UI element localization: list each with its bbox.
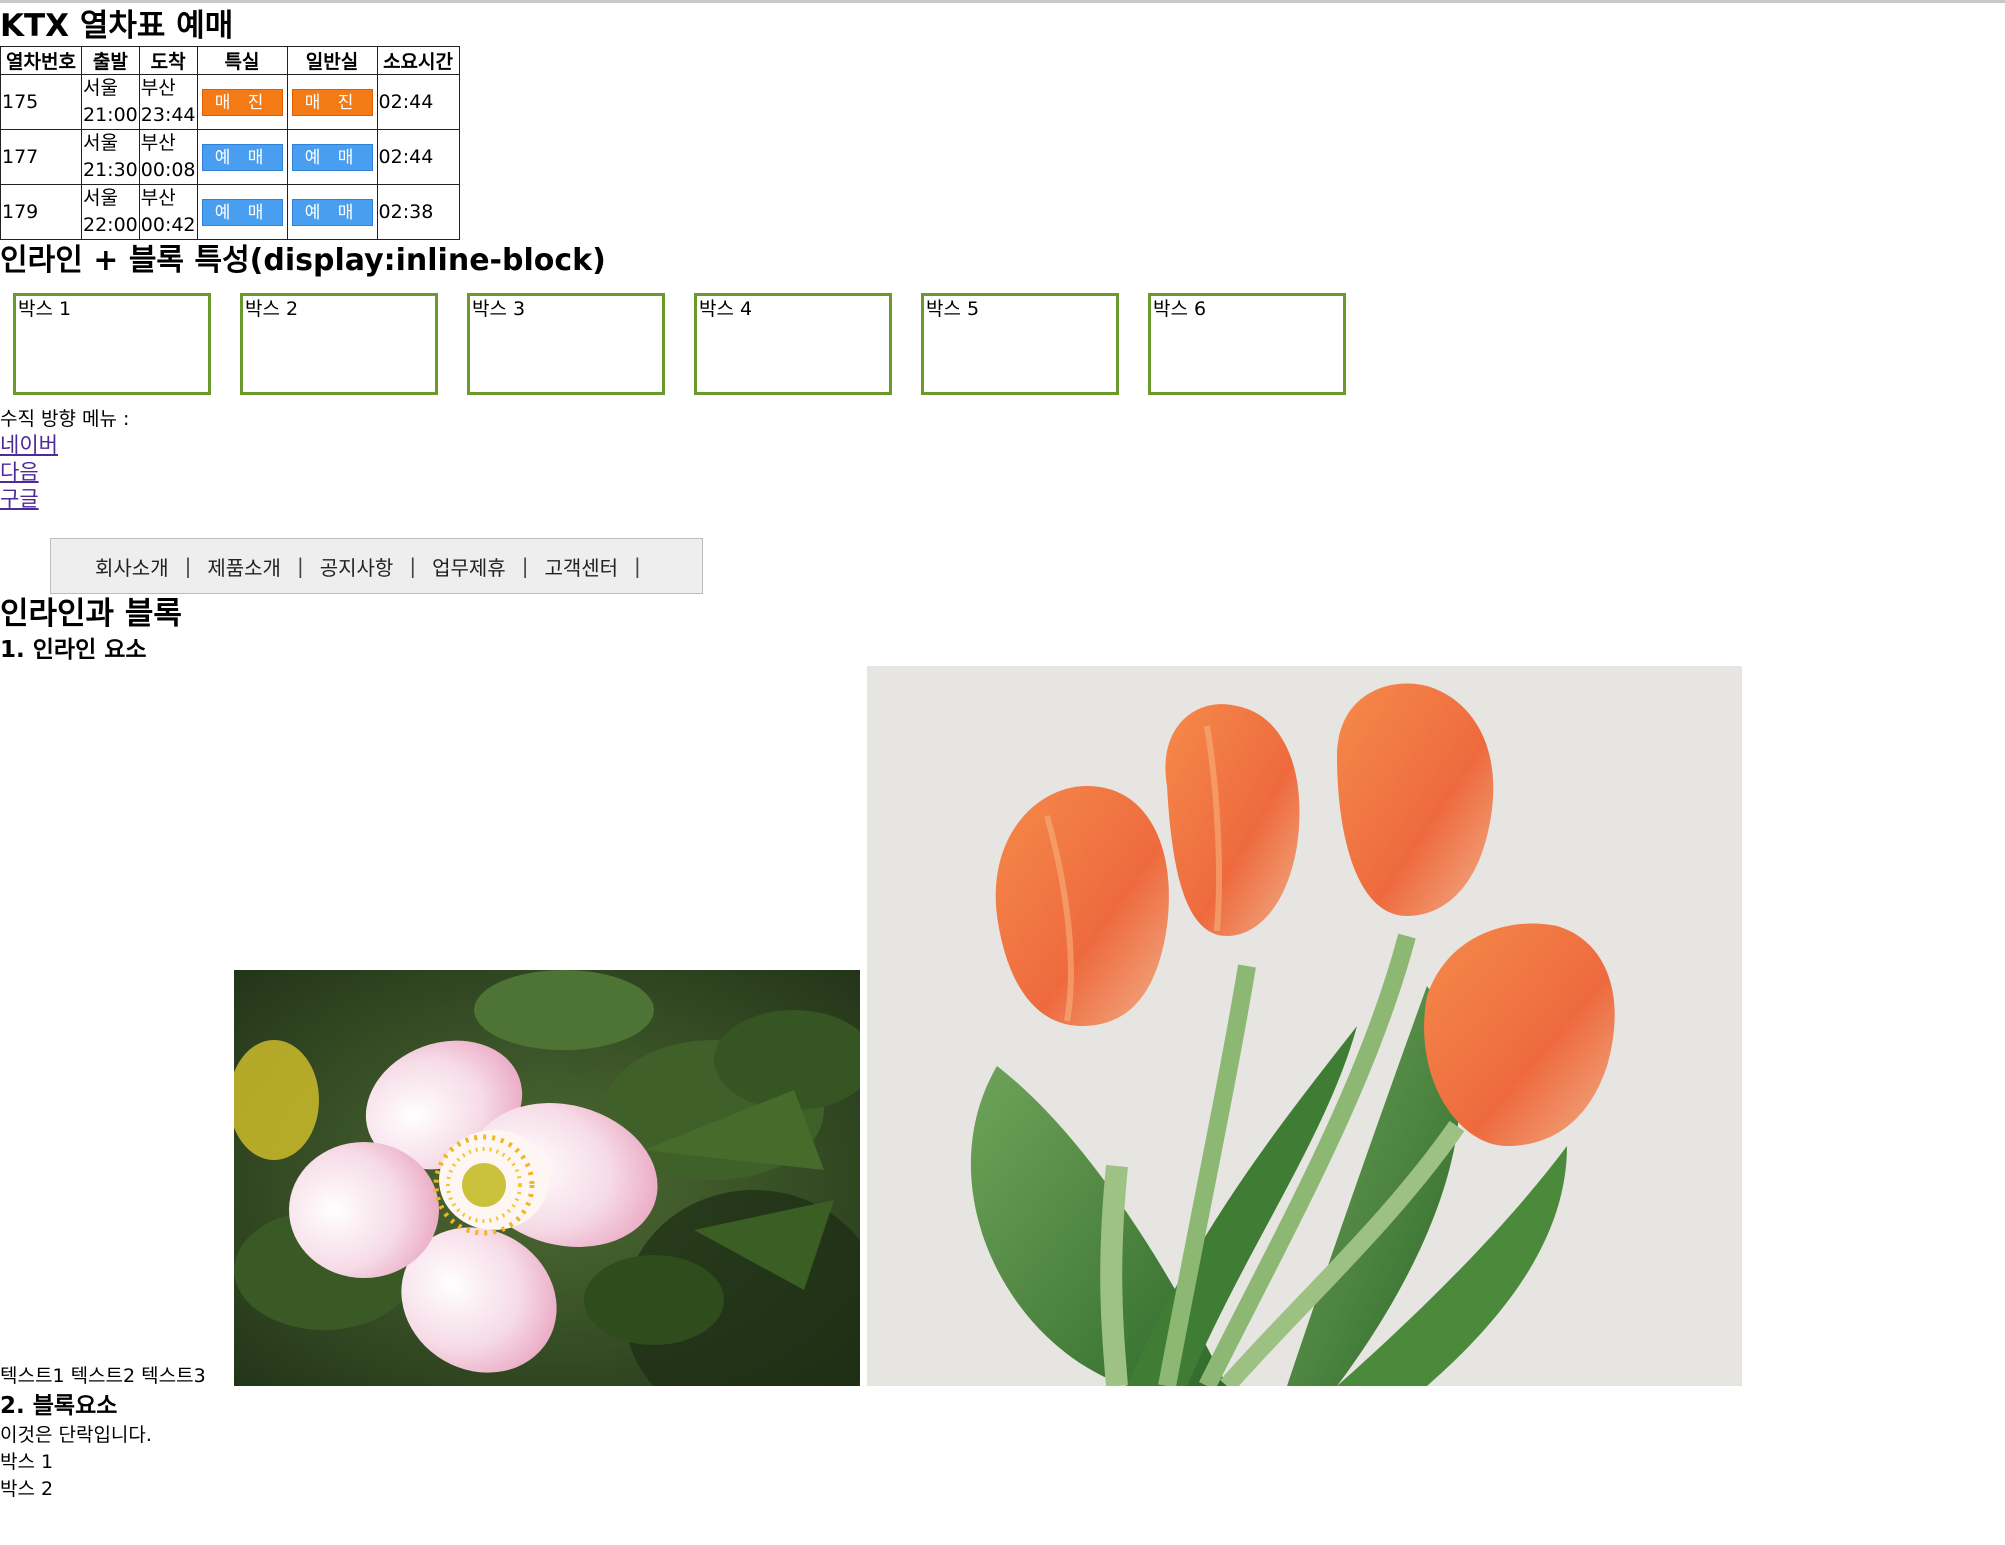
special-cell: 예 매	[196, 184, 288, 240]
box-2: 박스 2	[240, 293, 438, 395]
inline-text: 텍스트2	[70, 1365, 136, 1387]
link-daum[interactable]: 다음	[0, 459, 58, 486]
menu-separator: |	[184, 554, 192, 578]
book-button[interactable]: 예 매	[201, 198, 283, 226]
col-train-number: 열차번호	[0, 46, 82, 75]
box-6: 박스 6	[1148, 293, 1346, 395]
inline-block-heading: 인라인 + 블록 특성(display:inline-block)	[0, 243, 606, 278]
special-cell: 예 매	[196, 129, 288, 185]
table-row: 177 서울 21:30 부산 00:08 예 매 예 매 02:44	[0, 129, 460, 185]
table-header-row: 열차번호 출발 도착 특실 일반실 소요시간	[0, 46, 460, 75]
section-block-heading: 2. 블록요소	[0, 1393, 118, 1419]
arrival-cell: 부산 23:44	[138, 74, 198, 130]
sold-out-button[interactable]: 매 진	[201, 88, 283, 116]
box-1: 박스 1	[13, 293, 211, 395]
menu-item-products[interactable]: 제품소개	[207, 552, 281, 581]
menu-item-partnership[interactable]: 업무제휴	[432, 552, 506, 581]
box-3: 박스 3	[467, 293, 665, 395]
box-4: 박스 4	[694, 293, 892, 395]
table-row: 175 서울 21:00 부산 23:44 매 진 매 진 02:44	[0, 74, 460, 130]
block-box-1: 박스 1	[0, 1451, 54, 1473]
train-number: 175	[0, 74, 82, 130]
departure-station: 서울	[83, 77, 118, 99]
menu-item-support[interactable]: 고객센터	[544, 552, 618, 581]
paragraph: 이것은 단락입니다.	[0, 1424, 152, 1446]
departure-cell: 서울 21:30	[81, 129, 140, 185]
departure-time: 21:00	[83, 104, 138, 126]
duration: 02:44	[376, 129, 460, 185]
link-google[interactable]: 구글	[0, 486, 58, 513]
table-row: 179 서울 22:00 부산 00:42 예 매 예 매 02:38	[0, 184, 460, 240]
inline-texts: 텍스트1 텍스트2 텍스트3	[0, 1363, 206, 1390]
general-cell: 예 매	[286, 184, 378, 240]
duration: 02:38	[376, 184, 460, 240]
rose-photo	[234, 970, 860, 1386]
arrival-station: 부산	[140, 132, 176, 154]
departure-cell: 서울 21:00	[81, 74, 140, 130]
link-naver[interactable]: 네이버	[0, 432, 58, 459]
train-number: 177	[0, 129, 82, 185]
menu-separator: |	[409, 554, 417, 578]
arrival-time: 23:44	[140, 104, 196, 126]
train-table: 열차번호 출발 도착 특실 일반실 소요시간 175 서울 21:00 부산 23:…	[0, 46, 460, 240]
col-special: 특실	[196, 46, 288, 75]
book-button[interactable]: 예 매	[201, 143, 283, 171]
book-button[interactable]: 예 매	[291, 198, 373, 226]
tulip-photo	[867, 666, 1742, 1386]
inline-block-section-heading: 인라인과 블록	[0, 596, 182, 632]
menu-separator: |	[521, 554, 529, 578]
menu-item-company[interactable]: 회사소개	[95, 552, 169, 581]
block-box-2: 박스 2	[0, 1478, 54, 1500]
sold-out-button[interactable]: 매 진	[291, 88, 373, 116]
inline-text: 텍스트3	[141, 1365, 206, 1387]
departure-cell: 서울 22:00	[81, 184, 140, 240]
departure-station: 서울	[83, 132, 118, 154]
page-title: KTX 열차표 예매	[0, 8, 234, 44]
general-cell: 예 매	[286, 129, 378, 185]
menu-separator: |	[634, 554, 641, 578]
general-cell: 매 진	[286, 74, 378, 130]
arrival-time: 00:42	[140, 214, 196, 236]
vertical-menu: 네이버 다음 구글	[0, 432, 58, 513]
box-5: 박스 5	[921, 293, 1119, 395]
departure-station: 서울	[83, 187, 118, 209]
departure-time: 22:00	[83, 214, 138, 236]
horizontal-menu: 회사소개 | 제품소개 | 공지사항 | 업무제휴 | 고객센터 |	[50, 538, 703, 594]
duration: 02:44	[376, 74, 460, 130]
arrival-station: 부산	[140, 77, 176, 99]
special-cell: 매 진	[196, 74, 288, 130]
menu-item-notices[interactable]: 공지사항	[320, 552, 394, 581]
arrival-cell: 부산 00:08	[138, 129, 198, 185]
menu-separator: |	[296, 554, 304, 578]
col-departure: 출발	[81, 46, 140, 75]
departure-time: 21:30	[83, 159, 138, 181]
col-general: 일반실	[286, 46, 378, 75]
inline-text: 텍스트1	[0, 1365, 65, 1387]
arrival-time: 00:08	[140, 159, 196, 181]
book-button[interactable]: 예 매	[291, 143, 373, 171]
section-inline-heading: 1. 인라인 요소	[0, 637, 147, 663]
arrival-station: 부산	[140, 187, 176, 209]
train-number: 179	[0, 184, 82, 240]
arrival-cell: 부산 00:42	[138, 184, 198, 240]
col-duration: 소요시간	[376, 46, 460, 75]
col-arrival: 도착	[138, 46, 198, 75]
vertical-menu-label: 수직 방향 메뉴 :	[0, 408, 130, 430]
